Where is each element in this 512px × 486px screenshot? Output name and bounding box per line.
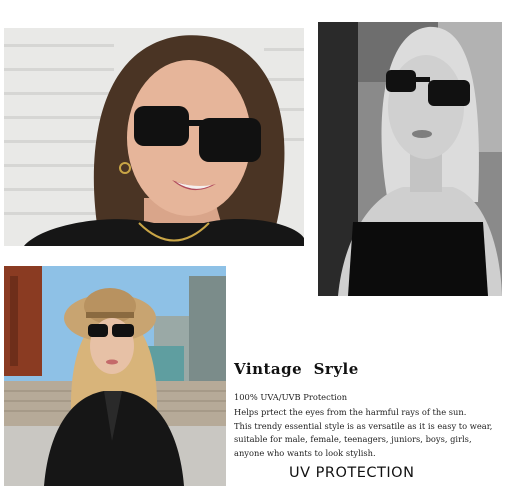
- description-line-4: anyone who wants to look stylish.: [234, 448, 376, 458]
- photo-woman-selfie: [4, 28, 304, 246]
- description-line-3: suitable for male, female, teenagers, ju…: [234, 434, 472, 444]
- photo-woman-straw-hat: [4, 266, 226, 486]
- uv-protection-footer: UV PROTECTION: [289, 465, 415, 481]
- description-line-1: Helps prtect the eyes from the harmful r…: [234, 407, 467, 417]
- description-line-2: This trendy essential style is as versat…: [234, 421, 493, 431]
- vintage-style-title: Vintage Sryle: [234, 360, 359, 378]
- photo-woman-bw: [318, 22, 502, 296]
- uv-protection-line: 100% UVA/UVB Protection: [234, 392, 348, 402]
